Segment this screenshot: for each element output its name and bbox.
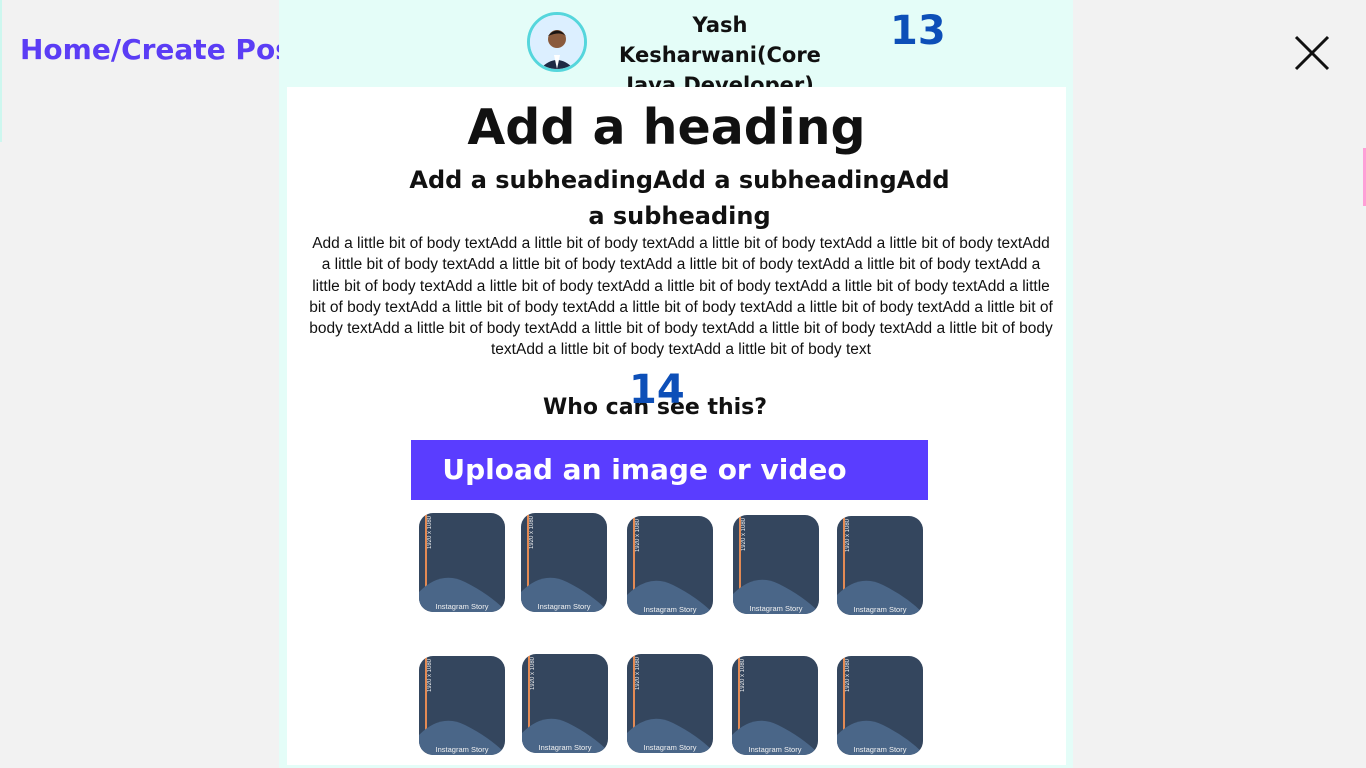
post-subheading[interactable]: Add a subheadingAdd a subheadingAdd a su… (407, 162, 952, 234)
thumbnail-title: Instagram Story (537, 602, 591, 611)
template-thumbnail[interactable]: 1920 x 1080 Instagram Story (627, 654, 713, 753)
post-body-text[interactable]: Add a little bit of body textAdd a littl… (307, 233, 1055, 361)
thumbnail-title: Instagram Story (643, 605, 697, 614)
thumbnail-title: Instagram Story (853, 745, 907, 754)
thumbnail-title: Instagram Story (749, 604, 803, 613)
thumbnail-size-label: 1920 x 1080 (427, 516, 433, 550)
post-header: Yash Kesharwani(Core Java Developer) 13 (279, 0, 1073, 97)
template-thumbnail[interactable]: 1920 x 1080 Instagram Story (627, 516, 713, 615)
thumbnail-title: Instagram Story (643, 743, 697, 752)
thumbnail-size-label: 1920 x 1080 (845, 659, 851, 693)
page-marker-top: 13 (890, 8, 946, 54)
avatar[interactable] (527, 12, 587, 72)
close-icon (1294, 35, 1330, 71)
template-thumbnail[interactable]: 1920 x 1080 Instagram Story (522, 654, 608, 753)
post-heading[interactable]: Add a heading (287, 99, 1046, 156)
thumbnail-title: Instagram Story (538, 743, 592, 752)
thumbnail-size-label: 1920 x 1080 (530, 657, 536, 691)
thumbnail-size-label: 1920 x 1080 (741, 518, 747, 552)
left-edge-strip (0, 0, 2, 142)
thumbnail-size-label: 1920 x 1080 (529, 516, 535, 550)
create-post-panel: Yash Kesharwani(Core Java Developer) 13 … (279, 0, 1073, 768)
thumbnail-title: Instagram Story (748, 745, 802, 754)
template-thumbnail[interactable]: 1920 x 1080 Instagram Story (837, 656, 923, 755)
template-thumbnail[interactable]: 1920 x 1080 Instagram Story (732, 656, 818, 755)
template-thumbnail[interactable]: 1920 x 1080 Instagram Story (419, 513, 505, 612)
thumbnail-title: Instagram Story (853, 605, 907, 614)
thumbnail-size-label: 1920 x 1080 (845, 519, 851, 553)
thumbnail-size-label: 1920 x 1080 (635, 519, 641, 553)
page-marker-middle: 14 (629, 367, 685, 413)
post-card: Add a heading Add a subheadingAdd a subh… (287, 87, 1066, 765)
template-thumbnail[interactable]: 1920 x 1080 Instagram Story (521, 513, 607, 612)
template-thumbnail[interactable]: 1920 x 1080 Instagram Story (733, 515, 819, 614)
thumbnail-size-label: 1920 x 1080 (740, 659, 746, 693)
close-button[interactable] (1292, 33, 1332, 73)
thumbnail-size-label: 1920 x 1080 (427, 659, 433, 693)
breadcrumb[interactable]: Home/Create Post (20, 33, 305, 66)
thumbnail-size-label: 1920 x 1080 (635, 657, 641, 691)
template-thumbnail[interactable]: 1920 x 1080 Instagram Story (837, 516, 923, 615)
template-thumbnail[interactable]: 1920 x 1080 Instagram Story (419, 656, 505, 755)
avatar-image (530, 15, 584, 69)
upload-media-button[interactable]: Upload an image or video (411, 440, 928, 500)
thumbnail-title: Instagram Story (435, 745, 489, 754)
thumbnail-title: Instagram Story (435, 602, 489, 611)
